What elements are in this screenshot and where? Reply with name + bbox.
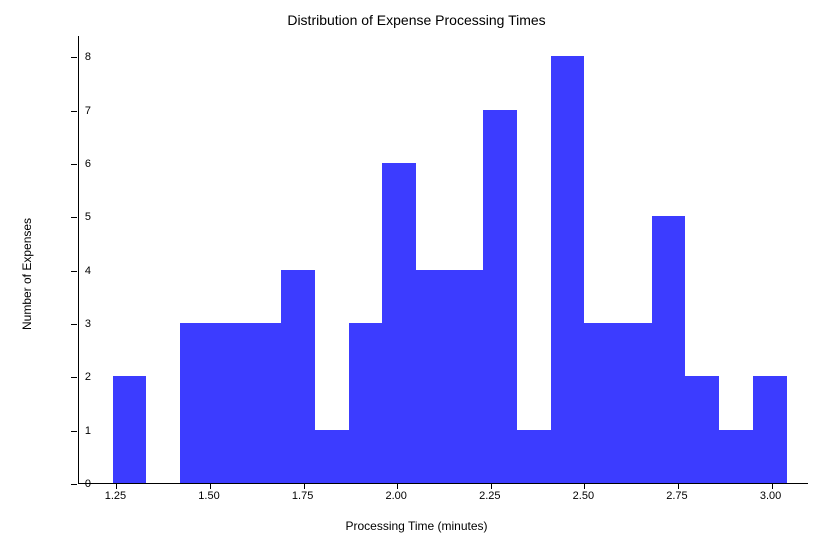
x-tick [116, 484, 117, 489]
y-tick [71, 377, 77, 378]
x-tick [397, 484, 398, 489]
bars-group [79, 36, 808, 483]
x-tick [772, 484, 773, 489]
histogram-bar [551, 56, 585, 483]
histogram-bar [719, 430, 753, 483]
histogram-bar [214, 323, 248, 483]
x-tick-label: 2.00 [385, 490, 406, 502]
x-tick [678, 484, 679, 489]
x-tick-label: 2.75 [666, 490, 687, 502]
histogram-bar [180, 323, 214, 483]
histogram-bar [349, 323, 383, 483]
y-tick-label: 0 [85, 478, 91, 490]
y-tick [71, 271, 77, 272]
axes [78, 36, 808, 484]
y-tick [71, 57, 77, 58]
x-tick [584, 484, 585, 489]
histogram-bar [618, 323, 652, 483]
histogram-bar [113, 376, 147, 483]
x-axis-label: Processing Time (minutes) [0, 519, 833, 533]
y-tick [71, 484, 77, 485]
x-tick-label: 1.75 [292, 490, 313, 502]
y-tick-label: 8 [85, 51, 91, 63]
y-tick [71, 111, 77, 112]
histogram-bar [584, 323, 618, 483]
x-tick-label: 2.50 [573, 490, 594, 502]
x-tick [210, 484, 211, 489]
histogram-bar [281, 270, 315, 483]
x-tick-label: 3.00 [760, 490, 781, 502]
histogram-bar [382, 163, 416, 483]
y-tick [71, 164, 77, 165]
histogram-bar [483, 110, 517, 483]
y-tick [71, 324, 77, 325]
y-tick-label: 5 [85, 211, 91, 223]
x-tick-label: 1.50 [198, 490, 219, 502]
x-tick [491, 484, 492, 489]
x-tick [304, 484, 305, 489]
x-tick-label: 1.25 [105, 490, 126, 502]
y-tick [71, 431, 77, 432]
y-tick-label: 6 [85, 158, 91, 170]
histogram-bar [450, 270, 484, 483]
histogram-bar [652, 216, 686, 483]
x-tick-label: 2.25 [479, 490, 500, 502]
histogram-bar [753, 376, 787, 483]
histogram-bar [685, 376, 719, 483]
histogram-bar [315, 430, 349, 483]
y-tick-label: 4 [85, 265, 91, 277]
chart-title: Distribution of Expense Processing Times [0, 12, 833, 28]
histogram-bar [416, 270, 450, 483]
y-tick-label: 1 [85, 425, 91, 437]
chart-plot-area [78, 36, 808, 484]
y-axis-label: Number of Expenses [20, 0, 34, 547]
histogram-bar [517, 430, 551, 483]
y-tick [71, 217, 77, 218]
y-tick-label: 2 [85, 371, 91, 383]
histogram-bar [247, 323, 281, 483]
y-tick-label: 3 [85, 318, 91, 330]
y-tick-label: 7 [85, 105, 91, 117]
